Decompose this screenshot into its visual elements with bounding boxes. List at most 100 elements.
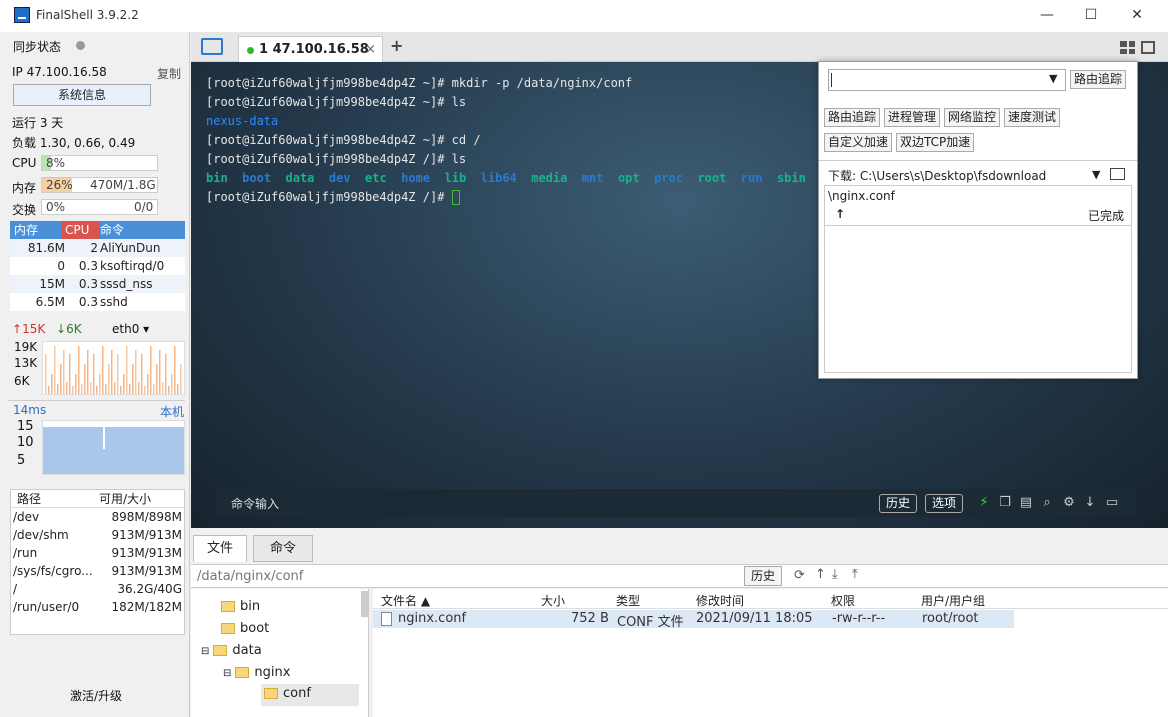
- process-table-header: 内存 CPU 命令: [10, 221, 185, 239]
- network-bar: [162, 382, 164, 394]
- open-folder-icon[interactable]: [201, 38, 223, 55]
- filesystem-rows: /dev 898M/898M/dev/shm 913M/913M/run 913M/9…: [11, 508, 184, 616]
- fullscreen-icon[interactable]: ▭: [1105, 496, 1119, 510]
- tree-item-conf[interactable]: conf: [261, 684, 359, 706]
- tree-item-nginx[interactable]: ⊟ nginx: [223, 665, 290, 680]
- route-trace-tool-button[interactable]: 路由追踪: [824, 108, 881, 127]
- file-row[interactable]: [373, 610, 1014, 628]
- network-bar: [153, 384, 155, 394]
- search-icon[interactable]: ⌕: [1040, 496, 1054, 510]
- filesystem-row[interactable]: /dev 898M/898M: [11, 508, 184, 526]
- prompt: [root@iZuf60waljfjm998be4dp4Z /]#: [206, 190, 452, 204]
- arrow-up-icon: ↑: [835, 207, 846, 221]
- activate-upgrade-link[interactable]: 激活/升级: [70, 687, 122, 704]
- layout-single-icon[interactable]: [1141, 41, 1155, 54]
- tcp-accel-button[interactable]: 双边TCP加速: [896, 133, 975, 152]
- command-input-bar[interactable]: 命令输入 历史 选项 ⚡ ❐ ▤ ⌕ ⚙ ↓ ▭: [216, 489, 1136, 517]
- history-button[interactable]: 历史: [879, 494, 918, 513]
- collapse-icon[interactable]: ⊟: [223, 668, 231, 679]
- ping-host[interactable]: 本机: [160, 403, 184, 420]
- chevron-down-icon[interactable]: ▼: [1092, 168, 1100, 181]
- network-bar: [81, 384, 83, 394]
- column-owner[interactable]: 用户/用户组: [921, 592, 985, 609]
- lightning-icon[interactable]: ⚡: [977, 496, 991, 510]
- column-permission[interactable]: 权限: [831, 592, 855, 609]
- network-monitor-button[interactable]: 网络监控: [944, 108, 1001, 127]
- network-bar: [156, 364, 158, 394]
- speed-test-button[interactable]: 速度测试: [1004, 108, 1061, 127]
- network-bar: [168, 386, 170, 394]
- copy-icon[interactable]: ❐: [998, 496, 1012, 510]
- process-row[interactable]: 6.5M 0.3 sshd: [10, 293, 185, 311]
- add-tab-button[interactable]: +: [390, 36, 403, 55]
- ls-dir-item: bin: [206, 171, 228, 185]
- header-cmd[interactable]: 命令: [100, 221, 124, 239]
- header-cpu[interactable]: CPU: [62, 221, 100, 239]
- network-bar: [117, 354, 119, 394]
- copy-ip-link[interactable]: 复制: [157, 65, 181, 82]
- network-bar: [129, 384, 131, 394]
- network-bar: [126, 346, 128, 394]
- interface-select[interactable]: eth0 ▾: [112, 322, 149, 336]
- ls-dir-item: proc: [654, 171, 683, 185]
- gear-icon[interactable]: ⚙: [1062, 496, 1076, 510]
- process-cpu: 0.3: [78, 277, 98, 291]
- process-manager-button[interactable]: 进程管理: [884, 108, 941, 127]
- column-name[interactable]: 文件名 ▲: [381, 592, 430, 609]
- column-mtime[interactable]: 修改时间: [696, 592, 744, 609]
- maximize-button[interactable]: ☐: [1071, 4, 1111, 26]
- layout-grid-icon[interactable]: [1120, 41, 1135, 54]
- command-input-label[interactable]: 命令输入: [231, 495, 279, 512]
- terminal-line-1: [root@iZuf60waljfjm998be4dp4Z ~]# mkdir …: [206, 76, 632, 90]
- filesystem-row[interactable]: / 36.2G/40G: [11, 580, 184, 598]
- path-input[interactable]: /data/nginx/conf: [197, 569, 303, 584]
- route-trace-button[interactable]: 路由追踪: [1070, 70, 1127, 89]
- chevron-down-icon[interactable]: ▼: [1049, 72, 1057, 85]
- tree-item-data[interactable]: ⊟ data: [201, 643, 262, 658]
- download-list: \nginx.conf ↑ 已完成: [824, 185, 1132, 373]
- close-button[interactable]: ✕: [1117, 4, 1157, 26]
- custom-accel-button[interactable]: 自定义加速: [824, 133, 893, 152]
- refresh-icon[interactable]: ⟳: [794, 568, 805, 583]
- filesystem-row[interactable]: /dev/shm 913M/913M: [11, 526, 184, 544]
- download-item[interactable]: \nginx.conf ↑ 已完成: [825, 186, 1131, 226]
- filesystem-row[interactable]: /sys/fs/cgro... 913M/913M: [11, 562, 184, 580]
- network-bar: [171, 374, 173, 394]
- paste-icon[interactable]: ▤: [1019, 496, 1033, 510]
- tab-commands[interactable]: 命令: [253, 535, 313, 562]
- route-target-select[interactable]: ▼: [828, 69, 1066, 91]
- process-row[interactable]: 15M 0.3 sssd_nss: [10, 275, 185, 293]
- tree-item-bin[interactable]: bin: [221, 599, 260, 614]
- collapse-icon[interactable]: ⊟: [201, 646, 209, 657]
- tab-close-icon[interactable]: ×: [365, 42, 376, 57]
- header-path[interactable]: 路径: [17, 490, 41, 508]
- download-filename: \nginx.conf: [828, 189, 895, 203]
- up-directory-icon[interactable]: ↑: [815, 567, 826, 582]
- tree-scrollbar[interactable]: [361, 591, 368, 617]
- header-mem[interactable]: 内存: [14, 221, 38, 239]
- tab-files[interactable]: 文件: [193, 535, 247, 562]
- column-size[interactable]: 大小: [541, 592, 565, 609]
- upload-icon[interactable]: ⤒: [852, 567, 858, 582]
- swap-percent: 0%: [46, 200, 66, 214]
- tree-item-boot[interactable]: boot: [221, 621, 269, 636]
- filesystem-row[interactable]: /run/user/0 182M/182M: [11, 598, 184, 616]
- header-size[interactable]: 可用/大小: [99, 490, 151, 508]
- filesystem-row[interactable]: /run 913M/913M: [11, 544, 184, 562]
- open-folder-icon[interactable]: [1110, 168, 1125, 180]
- network-bar: [57, 384, 59, 394]
- filesystem-path: /dev/shm: [13, 528, 69, 542]
- options-button[interactable]: 选项: [925, 494, 964, 513]
- process-row[interactable]: 0 0.3 ksoftirqd/0: [10, 257, 185, 275]
- uptime-text: 运行 3 天: [12, 116, 64, 130]
- download-icon[interactable]: ⤓: [832, 567, 838, 582]
- network-bar: [78, 346, 80, 394]
- system-info-button[interactable]: 系统信息: [13, 84, 151, 106]
- tools-popup: ▼ 路由追踪 路由追踪 进程管理 网络监控 速度测试 自定义加速 双边TCP加速…: [818, 61, 1138, 379]
- minimize-button[interactable]: —: [1027, 4, 1067, 26]
- tab-session-1[interactable]: 1 47.100.16.58 ×: [238, 36, 383, 63]
- download-icon[interactable]: ↓: [1083, 496, 1097, 510]
- process-row[interactable]: 81.6M 2 AliYunDun: [10, 239, 185, 257]
- column-type[interactable]: 类型: [616, 592, 640, 609]
- path-history-button[interactable]: 历史: [744, 566, 783, 586]
